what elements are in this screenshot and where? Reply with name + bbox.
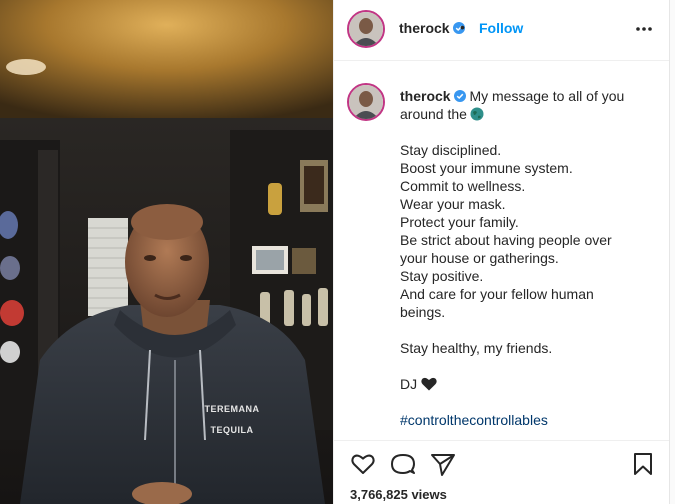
caption-line: Boost your immune system. — [400, 160, 573, 176]
caption-second-line: around the — [400, 105, 650, 123]
caption-line: Stay disciplined. — [400, 142, 502, 158]
caption-signoff-line: DJ — [400, 375, 650, 393]
avatar-image — [349, 12, 383, 46]
follow-button[interactable]: Follow — [479, 20, 523, 36]
instagram-post: TEREMANA TEQUILA therock • Follow theroc… — [0, 0, 675, 504]
post-caption: therock My message to all of you around … — [334, 61, 670, 436]
hashtag-link[interactable]: #controlthecontrollables — [400, 411, 650, 429]
post-video[interactable]: TEREMANA TEQUILA — [0, 0, 333, 504]
paper-plane-icon[interactable] — [430, 451, 456, 477]
caption-line: your house or gatherings. — [400, 250, 559, 266]
caption-opening-2: around the — [400, 106, 467, 122]
caption-signoff: DJ — [400, 376, 418, 392]
page-scroll-gutter — [669, 0, 675, 504]
caption-first-line: therock My message to all of you — [400, 87, 650, 105]
caption-closing: Stay healthy, my friends. — [400, 340, 553, 356]
profile-avatar[interactable] — [347, 10, 385, 48]
video-frame-image — [0, 0, 333, 504]
header-username[interactable]: therock — [399, 20, 465, 36]
caption-line: Wear your mask. — [400, 196, 506, 212]
shirt-text-line-2: TEQUILA — [210, 425, 254, 435]
verified-badge-icon — [453, 90, 466, 102]
caption-text: therock My message to all of you around … — [400, 87, 650, 429]
more-options-icon[interactable] — [634, 19, 654, 39]
post-side-panel: therock • Follow therock My message to a… — [333, 0, 670, 504]
globe-emoji-icon — [470, 107, 484, 121]
caption-username[interactable]: therock — [400, 88, 451, 104]
views-count[interactable]: 3,766,825 views — [350, 487, 447, 502]
caption-avatar[interactable] — [347, 83, 385, 121]
caption-line: Protect your family. — [400, 214, 519, 230]
comment-icon[interactable] — [390, 451, 416, 477]
heart-outline-icon[interactable] — [350, 451, 376, 477]
shirt-logo-text: TEREMANA TEQUILA — [202, 403, 262, 437]
caption-line: Stay positive. — [400, 268, 484, 284]
post-actions: 3,766,825 views — [334, 440, 670, 504]
header-username-text[interactable]: therock — [399, 20, 450, 36]
post-header: therock • Follow — [334, 0, 670, 61]
caption-line: beings. — [400, 304, 446, 320]
header-dot-separator: • — [460, 19, 465, 35]
caption-line: Commit to wellness. — [400, 178, 526, 194]
caption-opening: My message to all of you — [469, 88, 625, 104]
caption-line: Be strict about having people over — [400, 232, 612, 248]
shirt-text-line-1: TEREMANA — [204, 404, 260, 414]
caption-avatar-image — [349, 85, 383, 119]
black-heart-emoji-icon — [421, 377, 437, 391]
caption-line: And care for your fellow human — [400, 286, 594, 302]
bookmark-icon[interactable] — [630, 451, 656, 477]
